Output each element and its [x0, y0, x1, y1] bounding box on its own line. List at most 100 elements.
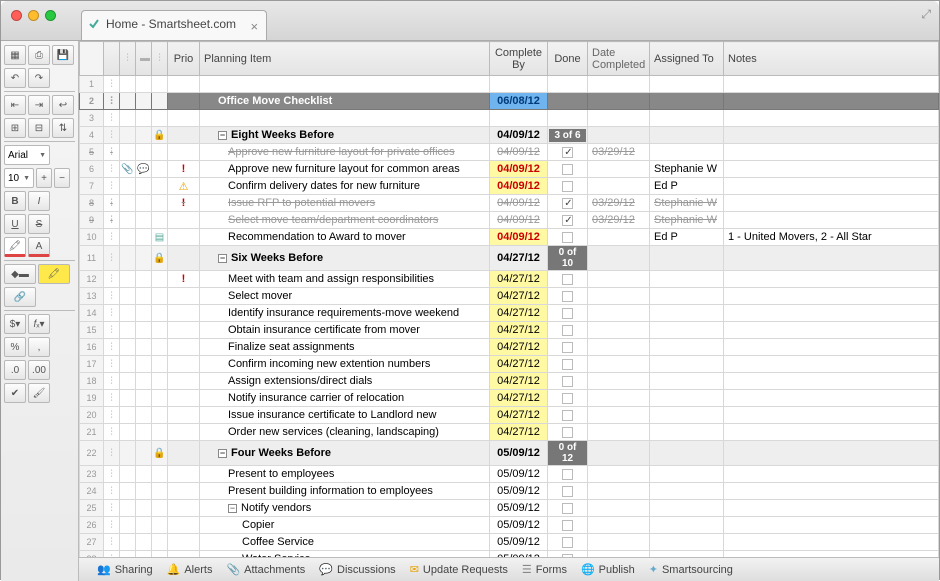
indent-button[interactable]: ⇥: [28, 95, 50, 115]
wrap-button[interactable]: ↩: [52, 95, 74, 115]
table-row[interactable]: 1⫶: [80, 76, 939, 93]
done-checkbox[interactable]: [562, 308, 573, 319]
done-checkbox[interactable]: [562, 325, 573, 336]
close-window-button[interactable]: [11, 10, 22, 21]
tab-close-icon[interactable]: ×: [250, 19, 258, 34]
decimal-inc-button[interactable]: .00: [28, 360, 50, 380]
alerts-tab[interactable]: 🔔Alerts: [167, 563, 213, 576]
done-checkbox[interactable]: [562, 520, 573, 531]
table-row[interactable]: 21⫶Order new services (cleaning, landsca…: [80, 424, 939, 441]
currency-button[interactable]: $▾: [4, 314, 26, 334]
done-checkbox[interactable]: [562, 537, 573, 548]
col-date-completed[interactable]: Date Completed: [588, 42, 650, 76]
section-row[interactable]: 4⫶🔒−Eight Weeks Before04/09/123 of 6: [80, 127, 939, 144]
font-select[interactable]: Arial▼: [4, 145, 50, 165]
title-row[interactable]: 2⫶Office Move Checklist06/08/12: [80, 93, 939, 110]
discussions-tab[interactable]: 💬Discussions: [319, 563, 395, 576]
browser-tab[interactable]: Home - Smartsheet.com ×: [81, 10, 267, 40]
thousands-button[interactable]: ,: [28, 337, 50, 357]
table-row[interactable]: 6⫶📎💬!Approve new furniture layout for co…: [80, 161, 939, 178]
done-checkbox[interactable]: [562, 359, 573, 370]
print-button[interactable]: ⎙: [28, 45, 50, 65]
collapse-icon[interactable]: −: [218, 131, 227, 140]
table-row[interactable]: 17⫶Confirm incoming new extention number…: [80, 356, 939, 373]
font-decrease-button[interactable]: −: [54, 168, 70, 188]
table-row[interactable]: 14⫶Identify insurance requirements-move …: [80, 305, 939, 322]
collapse-icon[interactable]: −: [228, 504, 237, 513]
table-row[interactable]: 3⫶: [80, 110, 939, 127]
table-row[interactable]: 18⫶Assign extensions/direct dials04/27/1…: [80, 373, 939, 390]
col-assigned[interactable]: Assigned To: [650, 42, 724, 76]
col-done[interactable]: Done: [548, 42, 588, 76]
underline-button[interactable]: U: [4, 214, 26, 234]
table-row[interactable]: 27⫶Coffee Service05/09/12: [80, 534, 939, 551]
fill-color-button[interactable]: 🖍: [4, 237, 26, 257]
table-row[interactable]: 8⫶!Issue RFP to potential movers04/09/12…: [80, 195, 939, 212]
forms-tab[interactable]: ☰Forms: [522, 563, 567, 576]
done-checkbox[interactable]: [562, 198, 573, 209]
table-row[interactable]: 12⫶!Meet with team and assign responsibi…: [80, 271, 939, 288]
outdent-button[interactable]: ⇤: [4, 95, 26, 115]
done-checkbox[interactable]: [562, 486, 573, 497]
table-row[interactable]: 23⫶Present to employees05/09/12: [80, 466, 939, 483]
save-button[interactable]: 💾: [52, 45, 74, 65]
done-checkbox[interactable]: [562, 376, 573, 387]
done-checkbox[interactable]: [562, 469, 573, 480]
format-painter-button[interactable]: ✔: [4, 383, 26, 403]
new-button[interactable]: ▦: [4, 45, 26, 65]
decimal-dec-button[interactable]: .0: [4, 360, 26, 380]
bold-button[interactable]: B: [4, 191, 26, 211]
section-row[interactable]: 22⫶🔒−Four Weeks Before05/09/120 of 12: [80, 441, 939, 466]
undo-button[interactable]: ↶: [4, 68, 26, 88]
minimize-window-button[interactable]: [28, 10, 39, 21]
highlight-button[interactable]: 🖍: [38, 264, 70, 284]
done-checkbox[interactable]: [562, 410, 573, 421]
table-row[interactable]: 25⫶−Notify vendors05/09/12: [80, 500, 939, 517]
insert-row-button[interactable]: ⊞: [4, 118, 26, 138]
delete-row-button[interactable]: ⊟: [28, 118, 50, 138]
col-planning[interactable]: Planning Item: [200, 42, 490, 76]
maximize-window-button[interactable]: [45, 10, 56, 21]
strike-button[interactable]: S: [28, 214, 50, 234]
done-checkbox[interactable]: [562, 232, 573, 243]
redo-button[interactable]: ↷: [28, 68, 50, 88]
attachments-tab[interactable]: 📎Attachments: [226, 563, 305, 576]
done-checkbox[interactable]: [562, 503, 573, 514]
collapse-icon[interactable]: −: [218, 449, 227, 458]
table-row[interactable]: 20⫶Issue insurance certificate to Landlo…: [80, 407, 939, 424]
done-checkbox[interactable]: [562, 274, 573, 285]
percent-button[interactable]: %: [4, 337, 26, 357]
table-row[interactable]: 16⫶Finalize seat assignments04/27/12: [80, 339, 939, 356]
table-row[interactable]: 5⫶Approve new furniture layout for priva…: [80, 144, 939, 161]
link-button[interactable]: 🔗: [4, 287, 36, 307]
section-row[interactable]: 11⫶🔒−Six Weeks Before04/27/120 of 10: [80, 246, 939, 271]
table-row[interactable]: 19⫶Notify insurance carrier of relocatio…: [80, 390, 939, 407]
italic-button[interactable]: I: [28, 191, 50, 211]
clear-format-button[interactable]: 🖌: [28, 383, 50, 403]
done-checkbox[interactable]: [562, 342, 573, 353]
done-checkbox[interactable]: [562, 147, 573, 158]
table-row[interactable]: 10⫶▤Recommendation to Award to mover04/0…: [80, 229, 939, 246]
col-prio[interactable]: Prio: [168, 42, 200, 76]
table-row[interactable]: 9⫶Select move team/department coordinato…: [80, 212, 939, 229]
table-row[interactable]: 26⫶Copier05/09/12: [80, 517, 939, 534]
conditional-format-button[interactable]: ◆▬: [4, 264, 36, 284]
text-color-button[interactable]: A: [28, 237, 50, 257]
sharing-tab[interactable]: 👥Sharing: [97, 563, 153, 576]
updates-tab[interactable]: ✉Update Requests: [410, 563, 508, 576]
smartsourcing-tab[interactable]: ✦Smartsourcing: [649, 563, 733, 576]
function-button[interactable]: fₓ▾: [28, 314, 50, 334]
done-checkbox[interactable]: [562, 393, 573, 404]
collapse-icon[interactable]: −: [218, 254, 227, 263]
done-checkbox[interactable]: [562, 215, 573, 226]
done-checkbox[interactable]: [562, 427, 573, 438]
table-row[interactable]: 15⫶Obtain insurance certificate from mov…: [80, 322, 939, 339]
done-checkbox[interactable]: [562, 291, 573, 302]
attachment-icon[interactable]: 📎: [121, 164, 133, 175]
table-row[interactable]: 7⫶⚠Confirm delivery dates for new furnit…: [80, 178, 939, 195]
note-icon[interactable]: ▤: [155, 232, 164, 243]
done-checkbox[interactable]: [562, 164, 573, 175]
done-checkbox[interactable]: [562, 181, 573, 192]
expand-icon[interactable]: ⤢: [921, 7, 931, 22]
publish-tab[interactable]: 🌐Publish: [581, 563, 635, 576]
